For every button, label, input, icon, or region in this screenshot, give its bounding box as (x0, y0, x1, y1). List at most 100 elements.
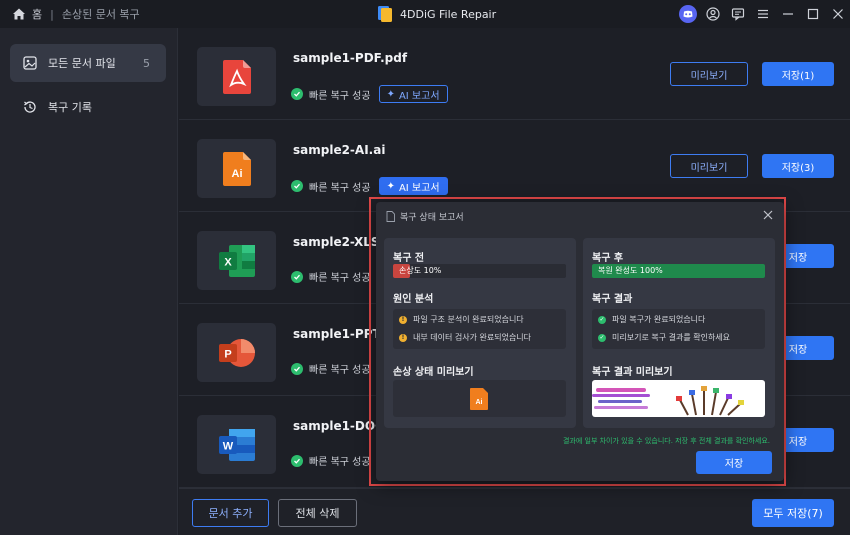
file-thumbnail (197, 47, 276, 106)
result-preview (592, 380, 765, 417)
word-file-icon: W (218, 428, 255, 461)
breadcrumb: 홈 | 손상된 문서 복구 (12, 0, 140, 28)
warning-icon: ! (399, 315, 407, 324)
damage-bar: 손상도 10% (393, 264, 566, 278)
account-icon[interactable] (700, 0, 725, 28)
file-status-text: 빠른 복구 성공 (309, 182, 371, 194)
success-check-icon (291, 454, 303, 467)
after-panel: 복구 후 복원 완성도 100% 복구 결과 ✓ 파일 복구가 완료되었습니다 ✓… (583, 238, 775, 428)
sidebar-item-all-documents[interactable]: 모든 문서 파일 5 (10, 44, 166, 82)
excel-file-icon: X (218, 244, 255, 277)
app-title-text: 4DDiG File Repair (400, 7, 497, 21)
file-row: sample1-PDF.pdf 빠른 복구 성공 ✦ AI 보고서 미리보기 저장… (179, 28, 850, 120)
cause-title: 원인 분석 (393, 294, 434, 305)
svg-text:X: X (224, 256, 232, 268)
svg-text:Ai: Ai (231, 168, 242, 180)
delete-all-button[interactable]: 전체 삭제 (278, 499, 357, 527)
ai-report-label: AI 보고서 (398, 182, 440, 194)
sidebar: 모든 문서 파일 5 복구 기록 (0, 28, 178, 535)
preview-button[interactable]: 미리보기 (670, 154, 748, 178)
sparkle-icon: ✦ (386, 180, 395, 192)
title-bar: 홈 | 손상된 문서 복구 4DDiG File Repair (0, 0, 850, 28)
file-status: 빠른 복구 성공 ✦ AI 보고서 (291, 85, 448, 103)
pdf-file-icon (222, 59, 251, 94)
menu-icon[interactable] (750, 0, 775, 28)
ai-report-label: AI 보고서 (398, 90, 440, 102)
svg-text:W: W (222, 440, 233, 452)
breadcrumb-current: 손상된 문서 복구 (61, 8, 140, 21)
file-name: sample2-AI.ai (293, 143, 386, 157)
success-check-icon (291, 270, 303, 283)
sparkle-icon: ✦ (386, 88, 395, 100)
dialog-title: 복구 상태 보고서 (400, 213, 464, 223)
breadcrumb-separator: | (50, 7, 54, 21)
success-check-icon (291, 88, 303, 100)
image-document-icon (23, 56, 37, 70)
result-preview-title: 복구 결과 미리보기 (592, 367, 673, 378)
file-thumbnail: X (197, 231, 276, 290)
add-document-button[interactable]: 문서 추가 (192, 499, 269, 527)
breadcrumb-home[interactable]: 홈 (32, 6, 42, 22)
minimize-icon[interactable] (775, 0, 800, 28)
file-status-text: 빠른 복구 성공 (309, 273, 371, 284)
sidebar-item-history[interactable]: 복구 기록 (10, 88, 166, 126)
list-item-text: 파일 구조 분석이 완료되었습니다 (413, 315, 524, 324)
file-name: sample1-PDF.pdf (293, 51, 408, 65)
list-item: ! 내부 데이터 검사가 완료되었습니다 (399, 332, 531, 343)
dialog-save-button[interactable]: 저장 (696, 451, 772, 474)
result-title: 복구 결과 (592, 294, 633, 305)
damage-bar-text: 손상도 10% (399, 266, 442, 275)
cause-list: ! 파일 구조 분석이 완료되었습니다 ! 내부 데이터 검사가 완료되었습니다 (393, 309, 566, 349)
check-icon: ✓ (598, 315, 606, 324)
file-thumbnail: W (197, 415, 276, 474)
maximize-icon[interactable] (800, 0, 825, 28)
file-thumbnail: P (197, 323, 276, 382)
ai-file-icon: Ai (222, 151, 251, 186)
discord-icon[interactable] (675, 0, 700, 28)
after-title: 복구 후 (592, 253, 624, 264)
feedback-icon[interactable] (725, 0, 750, 28)
close-icon[interactable] (825, 0, 850, 28)
file-status: 빠른 복구 성공 (291, 269, 371, 284)
list-item-text: 내부 데이터 검사가 완료되었습니다 (413, 333, 532, 342)
before-panel: 복구 전 손상도 10% 원인 분석 ! 파일 구조 분석이 완료되었습니다 ! 내… (384, 238, 576, 428)
svg-text:Ai: Ai (476, 399, 483, 406)
sidebar-item-count: 5 (143, 56, 150, 70)
result-list: ✓ 파일 복구가 완료되었습니다 ✓ 미리보기로 복구 결과를 확인하세요 (592, 309, 765, 349)
app-title: 4DDiG File Repair (378, 0, 496, 28)
file-status-text: 빠른 복구 성공 (309, 457, 371, 468)
save-button[interactable]: 저장(3) (762, 154, 834, 178)
file-thumbnail: Ai (197, 139, 276, 198)
success-check-icon (291, 180, 303, 192)
list-item-text: 파일 복구가 완료되었습니다 (612, 315, 706, 324)
restore-bar: 복원 완성도 100% (592, 264, 765, 278)
ai-report-button[interactable]: ✦ AI 보고서 (378, 177, 448, 195)
close-icon[interactable] (762, 209, 774, 221)
file-status-text: 빠른 복구 성공 (309, 90, 371, 102)
file-status: 빠른 복구 성공 (291, 361, 371, 376)
document-icon (386, 211, 395, 222)
save-button[interactable]: 저장(1) (762, 62, 834, 86)
powerpoint-file-icon: P (218, 338, 255, 367)
dialog-note: 결과에 일부 차이가 있을 수 있습니다. 저장 후 전체 결과를 확인하세요. (562, 437, 770, 445)
sidebar-item-label: 복구 기록 (48, 101, 92, 114)
history-icon (24, 101, 36, 113)
file-name: sample1-PPT (293, 327, 381, 341)
preview-button[interactable]: 미리보기 (670, 62, 748, 86)
save-all-button[interactable]: 모두 저장(7) (752, 499, 834, 527)
svg-text:P: P (224, 348, 231, 360)
report-dialog: 복구 상태 보고서 복구 전 손상도 10% 원인 분석 ! 파일 구조 분석이 … (376, 202, 784, 481)
result-preview-image (592, 386, 744, 416)
success-check-icon (291, 362, 303, 375)
restore-bar-text: 복원 완성도 100% (598, 266, 663, 275)
damage-preview-title: 손상 상태 미리보기 (393, 367, 474, 378)
file-status: 빠른 복구 성공 (291, 453, 371, 468)
ai-report-button[interactable]: ✦ AI 보고서 (378, 85, 448, 103)
file-status: 빠른 복구 성공 ✦ AI 보고서 (291, 177, 448, 195)
home-icon[interactable] (12, 7, 26, 21)
file-status-text: 빠른 복구 성공 (309, 365, 371, 376)
list-item: ! 파일 구조 분석이 완료되었습니다 (399, 314, 524, 325)
ai-file-icon: Ai (470, 388, 488, 410)
bottom-toolbar: 문서 추가 전체 삭제 모두 저장(7) (179, 488, 850, 535)
window-controls (675, 0, 850, 28)
